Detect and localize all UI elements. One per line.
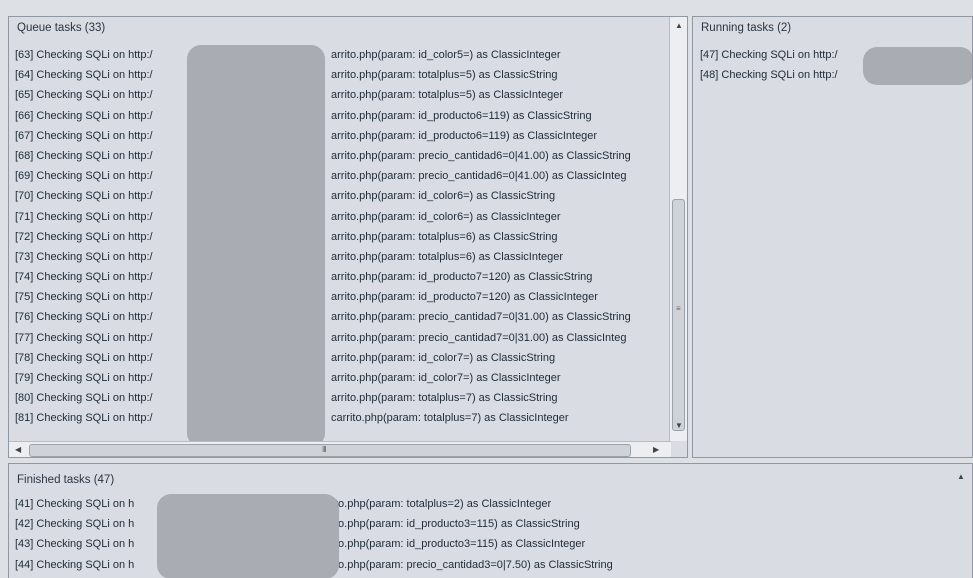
task-description: [68] Checking SQLi on http:/ — [15, 149, 153, 162]
task-parameter: arrito.php(param: totalplus=5) as Classi… — [331, 89, 564, 102]
task-parameter: arrito.php(param: precio_cantidad6=0|41.… — [331, 170, 627, 183]
task-description: [76] Checking SQLi on http:/ — [15, 311, 153, 324]
queue-task-row[interactable]: [79] Checking SQLi on http:/ arrito.php(p… — [15, 368, 669, 388]
running-tasks-panel: Running tasks (2) [47] Checking SQLi on … — [692, 16, 973, 458]
task-parameter: arrito.php(param: precio_cantidad7=0|31.… — [331, 311, 631, 324]
queue-task-row[interactable]: [77] Checking SQLi on http:/ arrito.php(p… — [15, 328, 669, 348]
task-description: [69] Checking SQLi on http:/ — [15, 170, 153, 183]
task-parameter: arrito.php(param: id_producto7=120) as C… — [331, 291, 598, 304]
task-parameter: to.php(param: id_producto3=115) as Class… — [335, 518, 580, 531]
task-description: [65] Checking SQLi on http:/ — [15, 89, 153, 102]
task-description: [72] Checking SQLi on http:/ — [15, 230, 153, 243]
task-parameter: to.php(param: id_producto3=115) as Class… — [335, 538, 586, 551]
queue-task-row[interactable]: [73] Checking SQLi on http:/ arrito.php(p… — [15, 247, 669, 267]
queue-task-row[interactable]: [78] Checking SQLi on http:/ arrito.php(p… — [15, 348, 669, 368]
task-parameter: arrito.php(param: id_color5=) as Classic… — [331, 49, 561, 61]
redacted-url-overlay — [187, 45, 325, 447]
queue-tasks-panel: Queue tasks (33) [63] Checking SQLi on h… — [8, 16, 688, 458]
task-description: [81] Checking SQLi on http:/ — [15, 412, 153, 425]
task-description: [42] Checking SQLi on h — [15, 518, 135, 531]
task-description: [71] Checking SQLi on http:/ — [15, 210, 153, 223]
queue-vertical-scroll-thumb[interactable]: ≡ — [672, 199, 685, 431]
task-description: [79] Checking SQLi on http:/ — [15, 372, 153, 384]
task-description: [78] Checking SQLi on http:/ — [15, 351, 153, 364]
task-parameter: arrito.php(param: precio_cantidad7=0|31.… — [331, 331, 627, 344]
scroll-right-arrow-icon[interactable]: ▶ — [653, 445, 659, 454]
finished-tasks-title: Finished tasks (47) — [17, 474, 115, 486]
redacted-url-overlay — [157, 494, 339, 578]
task-parameter: arrito.php(param: totalplus=7) as Classi… — [331, 392, 558, 405]
task-parameter: arrito.php(param: id_color6=) as Classic… — [331, 190, 556, 203]
task-description: [75] Checking SQLi on http:/ — [15, 291, 153, 304]
queue-task-row[interactable]: [64] Checking SQLi on http:/ arrito.php(p… — [15, 65, 669, 85]
task-description: [77] Checking SQLi on http:/ — [15, 331, 153, 344]
task-description: [44] Checking SQLi on h — [15, 558, 135, 571]
task-description: [66] Checking SQLi on http:/ — [15, 109, 153, 122]
queue-tasks-title: Queue tasks (33) — [17, 22, 106, 34]
task-parameter: to.php(param: precio_cantidad3=0|7.50) a… — [335, 558, 613, 571]
finished-tasks-panel: Finished tasks (47) [41] Checking SQLi o… — [8, 463, 973, 578]
redacted-url-overlay — [863, 47, 972, 85]
queue-task-row[interactable]: [72] Checking SQLi on http:/ arrito.php(p… — [15, 227, 669, 247]
task-description: [47] Checking SQLi on http:/ — [700, 49, 838, 61]
task-description: [73] Checking SQLi on http:/ — [15, 250, 153, 263]
task-parameter: arrito.php(param: id_color7=) as Classic… — [331, 372, 561, 384]
task-parameter: arrito.php(param: totalplus=6) as Classi… — [331, 230, 558, 243]
queue-task-row[interactable]: [74] Checking SQLi on http:/ arrito.php(p… — [15, 267, 669, 287]
task-description: [48] Checking SQLi on http:/ — [700, 69, 838, 82]
queue-task-row[interactable]: [75] Checking SQLi on http:/ arrito.php(p… — [15, 287, 669, 307]
task-parameter: arrito.php(param: precio_cantidad6=0|41.… — [331, 149, 631, 162]
queue-task-row[interactable]: [81] Checking SQLi on http:/ carrito.php(… — [15, 408, 669, 428]
task-description: [67] Checking SQLi on http:/ — [15, 129, 153, 142]
task-description: [63] Checking SQLi on http:/ — [15, 49, 153, 61]
task-description: [43] Checking SQLi on h — [15, 538, 135, 551]
horizontal-grip-icon: III — [322, 445, 327, 454]
queue-task-list: [63] Checking SQLi on http:/ arrito.php(p… — [15, 45, 669, 429]
queue-task-row[interactable]: [68] Checking SQLi on http:/ arrito.php(p… — [15, 146, 669, 166]
queue-task-row[interactable]: [80] Checking SQLi on http:/ arrito.php(p… — [15, 388, 669, 408]
task-parameter: arrito.php(param: id_producto6=119) as C… — [331, 129, 598, 142]
task-description: [64] Checking SQLi on http:/ — [15, 69, 153, 82]
queue-task-row[interactable]: [66] Checking SQLi on http:/ arrito.php(p… — [15, 106, 669, 126]
queue-task-row[interactable]: [69] Checking SQLi on http:/ arrito.php(p… — [15, 166, 669, 186]
task-description: [74] Checking SQLi on http:/ — [15, 271, 153, 284]
queue-task-row[interactable]: [76] Checking SQLi on http:/ arrito.php(p… — [15, 307, 669, 327]
task-description: [80] Checking SQLi on http:/ — [15, 392, 153, 405]
queue-task-row[interactable]: [70] Checking SQLi on http:/ arrito.php(p… — [15, 186, 669, 206]
task-parameter: carrito.php(param: totalplus=7) as Class… — [331, 412, 569, 425]
task-parameter: arrito.php(param: id_color6=) as Classic… — [331, 210, 561, 223]
queue-task-row[interactable]: [63] Checking SQLi on http:/ arrito.php(p… — [15, 45, 669, 65]
task-parameter: arrito.php(param: id_color7=) as Classic… — [331, 351, 556, 364]
queue-task-row[interactable]: [71] Checking SQLi on http:/ arrito.php(p… — [15, 207, 669, 227]
task-description: [41] Checking SQLi on h — [15, 498, 135, 510]
task-parameter: arrito.php(param: id_producto6=119) as C… — [331, 109, 592, 122]
task-description: [70] Checking SQLi on http:/ — [15, 190, 153, 203]
scroll-up-arrow-icon[interactable]: ▲ — [675, 21, 683, 30]
running-tasks-title: Running tasks (2) — [701, 22, 792, 34]
task-parameter: arrito.php(param: totalplus=5) as Classi… — [331, 69, 558, 82]
task-parameter: to.php(param: totalplus=2) as ClassicInt… — [335, 498, 552, 510]
queue-task-row[interactable]: [67] Checking SQLi on http:/ arrito.php(p… — [15, 126, 669, 146]
scroll-down-arrow-icon[interactable]: ▼ — [675, 421, 683, 430]
queue-vertical-scrollbar[interactable]: ▲ ≡ ▼ — [669, 17, 687, 441]
task-parameter: arrito.php(param: totalplus=6) as Classi… — [331, 250, 564, 263]
scroll-left-arrow-icon[interactable]: ◀ — [15, 445, 21, 454]
queue-horizontal-scroll-thumb[interactable]: III — [29, 444, 631, 457]
grip-icon: ≡ — [676, 304, 681, 313]
queue-horizontal-scrollbar[interactable]: ◀ III ▶ — [9, 441, 671, 457]
task-parameter: arrito.php(param: id_producto7=120) as C… — [331, 271, 593, 284]
queue-task-row[interactable]: [65] Checking SQLi on http:/ arrito.php(p… — [15, 85, 669, 105]
scroll-up-arrow-icon[interactable]: ▲ — [957, 472, 965, 481]
